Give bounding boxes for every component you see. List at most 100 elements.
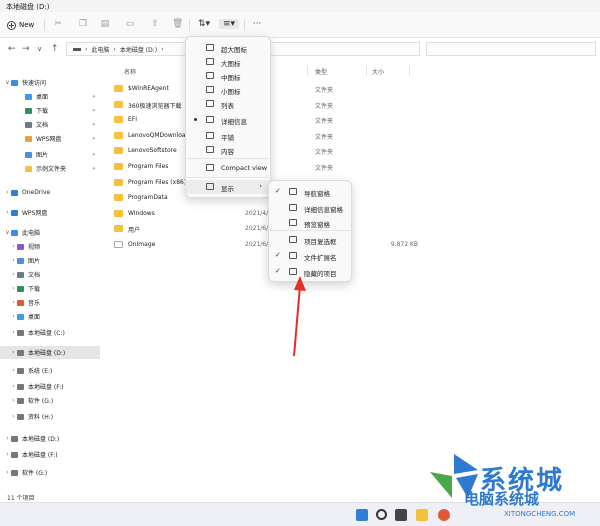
column-header-name[interactable]: 名称 — [124, 67, 136, 76]
sidebar-item[interactable]: › 软件 (G:) — [0, 466, 100, 479]
sidebar-item[interactable]: WPS网盘 ✦ — [0, 132, 100, 145]
sort-icon[interactable]: ⇅▾ — [196, 19, 212, 29]
sidebar-item-label: 系统 (E:) — [28, 368, 53, 375]
recent-chevron-icon[interactable]: ∨ — [37, 45, 42, 53]
sidebar-item[interactable]: 桌面 ✦ — [0, 90, 100, 103]
chevron-icon[interactable]: › — [10, 313, 17, 320]
paste-icon[interactable]: ▤ — [100, 19, 110, 29]
delete-icon[interactable]: 🗑 — [172, 19, 183, 29]
view-menu-item[interactable]: 大图标 — [186, 55, 270, 69]
sidebar-item[interactable]: 示例文件夹 ✦ — [0, 162, 100, 175]
view-layout-icon — [206, 164, 214, 171]
sidebar-item[interactable]: › 本地磁盘 (D:) — [0, 346, 100, 359]
view-menu-item[interactable]: 平铺 — [186, 129, 270, 143]
more-options-icon[interactable]: ··· — [250, 19, 264, 29]
column-header-size[interactable]: 大小 — [372, 67, 384, 76]
show-menu-item[interactable]: 详细信息窗格 — [269, 201, 351, 215]
sidebar-item[interactable]: 文档 ✦ — [0, 118, 100, 131]
show-menu-item[interactable]: 预览窗格 — [269, 216, 351, 230]
share-icon[interactable]: ⇪ — [150, 19, 160, 29]
view-menu-item[interactable]: 列表 — [186, 97, 270, 111]
sidebar-item[interactable]: › 音乐 — [0, 296, 100, 309]
menu-divider — [187, 177, 269, 178]
sidebar-item-icon — [11, 451, 18, 458]
chevron-icon[interactable]: › — [10, 413, 17, 420]
sidebar-item[interactable]: › 图片 — [0, 254, 100, 267]
show-menu-item[interactable]: ✓ 文件扩展名 — [269, 249, 351, 263]
sidebar-item[interactable]: 下载 ✦ — [0, 104, 100, 117]
cut-icon[interactable]: ✂ — [53, 19, 63, 29]
chevron-icon[interactable]: › — [10, 271, 17, 278]
file-name: 用户 — [128, 227, 141, 235]
sidebar-item[interactable]: › 视频 — [0, 240, 100, 253]
search-input[interactable] — [426, 42, 596, 56]
chevron-icon[interactable]: ∨ — [4, 229, 11, 236]
task-view-icon[interactable] — [395, 509, 407, 521]
chevron-icon[interactable]: › — [10, 257, 17, 264]
sidebar-item[interactable]: › 桌面 — [0, 310, 100, 323]
file-type: 文件夹 — [315, 102, 334, 110]
sidebar-item[interactable]: ∨ 此电脑 — [0, 226, 100, 239]
rename-icon[interactable]: ▭ — [125, 19, 135, 29]
back-arrow-icon[interactable]: ← — [8, 44, 16, 54]
chevron-icon[interactable]: › — [4, 451, 11, 458]
view-menu-item[interactable]: 中图标 — [186, 69, 270, 83]
chevron-icon[interactable]: › — [4, 435, 11, 442]
chevron-icon[interactable]: › — [10, 329, 17, 336]
chevron-icon[interactable]: ∨ — [4, 79, 11, 86]
sidebar-item[interactable]: ∨ 快速访问 — [0, 76, 100, 89]
view-menu-item[interactable]: 超大图标 — [186, 41, 270, 55]
view-menu-item[interactable]: Compact view — [186, 161, 270, 175]
sidebar-item[interactable]: › 系统 (E:) — [0, 364, 100, 377]
sidebar-item[interactable]: › OneDrive — [0, 186, 100, 199]
column-header-type[interactable]: 类型 — [315, 67, 327, 76]
file-row[interactable]: 用户 2021/6/2 — [114, 222, 594, 235]
sidebar-item[interactable]: › 下载 — [0, 282, 100, 295]
chevron-icon[interactable]: › — [10, 397, 17, 404]
view-menu-item[interactable]: 内容 — [186, 143, 270, 157]
file-row[interactable]: OnImage 2021/6/0 9,872 KB — [114, 238, 594, 251]
chevron-icon[interactable]: › — [4, 209, 11, 216]
chevron-icon[interactable]: › — [10, 243, 17, 250]
sidebar-item[interactable]: › 本地磁盘 (F:) — [0, 380, 100, 393]
sidebar-item[interactable]: › 软件 (G:) — [0, 394, 100, 407]
sidebar-item[interactable]: › WPS网盘 — [0, 206, 100, 219]
up-arrow-icon[interactable]: ↑ — [51, 44, 59, 54]
chevron-icon[interactable]: › — [10, 285, 17, 292]
chevron-icon[interactable]: › — [4, 469, 11, 476]
show-menu-item[interactable]: 项目复选框 — [269, 233, 351, 247]
chevron-icon[interactable]: › — [10, 383, 17, 390]
new-button[interactable]: New — [7, 18, 34, 32]
menu-item-label: 文件扩展名 — [304, 254, 337, 262]
breadcrumb-item[interactable]: 本地磁盘 (D:) — [120, 45, 157, 54]
sidebar-item[interactable]: › 本地磁盘 (F:) — [0, 448, 100, 461]
view-menu-item[interactable]: 显示 › — [186, 180, 270, 194]
view-layout-icon — [206, 146, 214, 153]
breadcrumb-item[interactable]: 此电脑 — [91, 45, 109, 54]
view-menu: 超大图标 大图标 中图标小图标 列表详细信息平铺 内容 Compact view 显示 › — [185, 36, 271, 198]
search-icon[interactable] — [376, 509, 387, 520]
chevron-icon[interactable]: › — [10, 349, 17, 356]
show-menu-item[interactable]: ✓ 导航窗格 — [269, 185, 351, 199]
menu-item-label: 小图标 — [221, 88, 241, 96]
forward-arrow-icon[interactable]: → — [22, 44, 30, 54]
chevron-icon[interactable]: › — [10, 367, 17, 374]
sidebar-item[interactable]: › 本地磁盘 (D:) — [0, 432, 100, 445]
copy-icon[interactable]: ❐ — [78, 19, 88, 29]
sidebar-item[interactable]: › 文档 — [0, 268, 100, 281]
sidebar-item[interactable]: › 资料 (H:) — [0, 410, 100, 423]
watermark-subtitle: 电脑系统城 — [464, 490, 540, 508]
chevron-icon[interactable]: › — [4, 189, 11, 196]
view-layout-icon — [206, 116, 214, 123]
view-menu-item[interactable]: 小图标 — [186, 83, 270, 97]
view-button[interactable]: ≡▾ — [219, 19, 239, 29]
view-menu-item[interactable]: 详细信息 — [186, 113, 270, 127]
sidebar-item[interactable]: 图片 ✦ — [0, 148, 100, 161]
chevron-icon[interactable]: › — [10, 299, 17, 306]
start-icon[interactable] — [356, 509, 368, 521]
menu-item-label: 导航窗格 — [304, 190, 330, 198]
plus-icon — [7, 20, 16, 30]
sidebar-item-icon — [17, 367, 24, 374]
sidebar-item[interactable]: › 本地磁盘 (C:) — [0, 326, 100, 339]
file-row[interactable]: Windows 2021/4/ — [114, 207, 594, 220]
